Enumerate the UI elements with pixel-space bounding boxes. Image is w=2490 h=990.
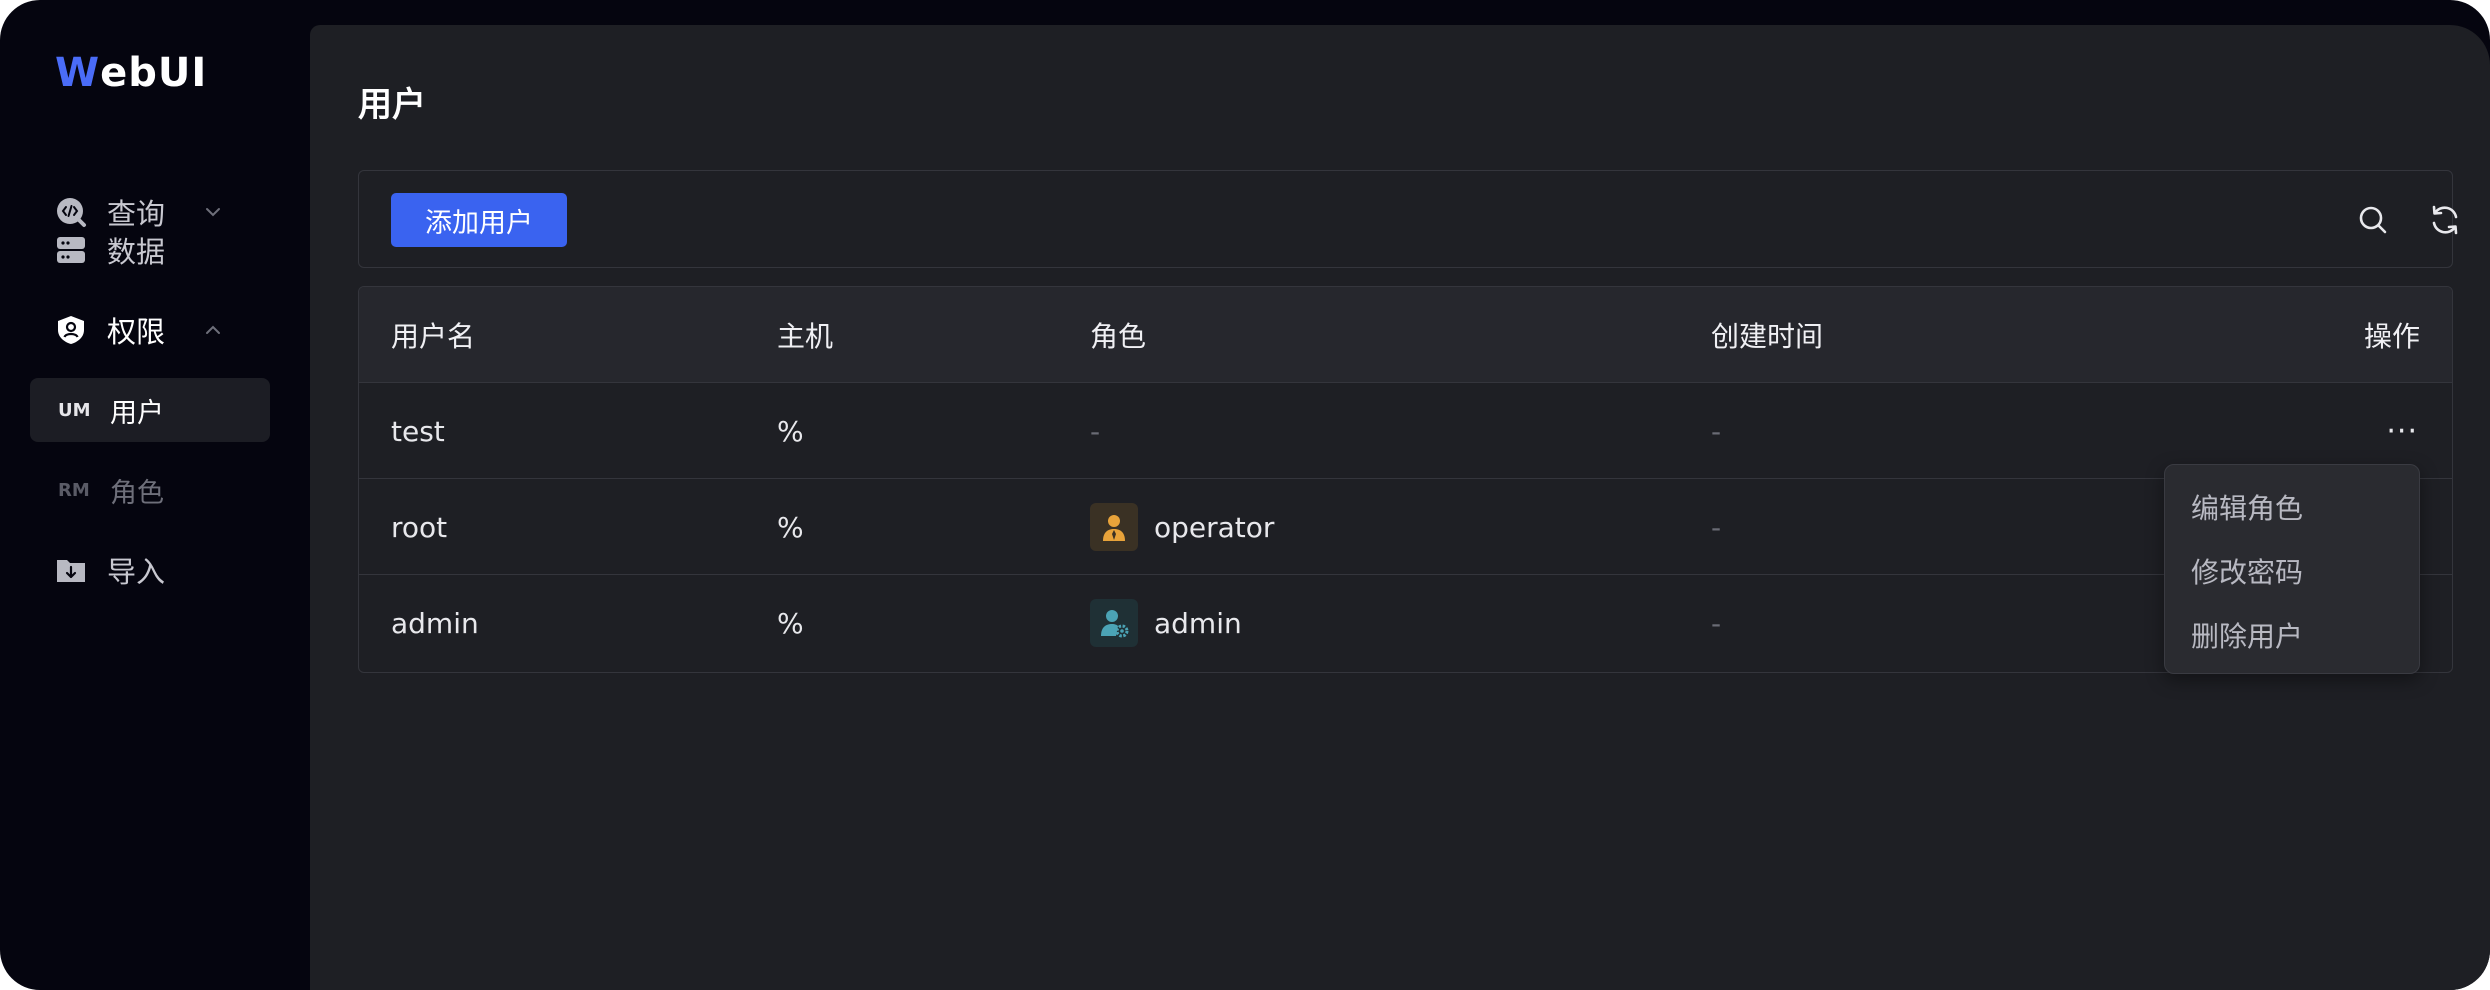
column-header-role: 角色 bbox=[1090, 320, 1147, 353]
sidebar-item-permission[interactable]: 权限 bbox=[30, 298, 270, 362]
cell-created: - bbox=[1711, 414, 1722, 448]
role-name: admin bbox=[1154, 606, 1242, 640]
search-icon[interactable] bbox=[2356, 203, 2390, 237]
column-header-username: 用户名 bbox=[391, 320, 476, 353]
table-row: admin % admin - bbox=[359, 575, 2452, 671]
sub-item-abbr: UM bbox=[58, 399, 91, 421]
main-panel: 用户 添加用户 用户名 主机 角色 创建时间 操作 test % - - ···… bbox=[310, 25, 2490, 990]
menu-item-change-password[interactable]: 修改密码 bbox=[2191, 551, 2303, 591]
admin-gear-icon bbox=[1090, 599, 1138, 647]
database-icon bbox=[55, 234, 87, 266]
cell-role: admin bbox=[1090, 575, 1242, 671]
column-header-actions: 操作 bbox=[2363, 320, 2420, 353]
cell-host: % bbox=[777, 414, 804, 448]
table-header: 用户名 主机 角色 创建时间 操作 bbox=[359, 287, 2452, 383]
cell-username: test bbox=[391, 414, 445, 448]
cell-host: % bbox=[777, 510, 804, 544]
table-row: root % operator - bbox=[359, 479, 2452, 575]
operator-icon bbox=[1090, 503, 1138, 551]
logo-text: ebUI bbox=[100, 50, 208, 96]
cell-created: - bbox=[1711, 510, 1722, 544]
sidebar: WebUI 查询 数据 权限 UM 用户 RM 角色 导入 bbox=[0, 0, 310, 990]
sidebar-item-users[interactable]: UM 用户 bbox=[30, 378, 270, 442]
actions-dropdown-menu: 编辑角色 修改密码 删除用户 bbox=[2164, 464, 2420, 674]
add-user-button[interactable]: 添加用户 bbox=[391, 193, 567, 247]
refresh-icon[interactable] bbox=[2428, 203, 2462, 237]
cell-created: - bbox=[1711, 606, 1722, 640]
sidebar-item-data[interactable]: 数据 bbox=[30, 218, 270, 282]
app-window: WebUI 查询 数据 权限 UM 用户 RM 角色 导入 用户 添加用户 用户… bbox=[0, 0, 2490, 990]
sidebar-item-import[interactable]: 导入 bbox=[30, 538, 270, 602]
cell-username: admin bbox=[391, 606, 479, 640]
page-title: 用户 bbox=[358, 85, 426, 125]
cell-host: % bbox=[777, 606, 804, 640]
users-table: 用户名 主机 角色 创建时间 操作 test % - - ··· root % bbox=[358, 286, 2453, 673]
sidebar-item-roles[interactable]: RM 角色 bbox=[30, 458, 270, 522]
role-name: operator bbox=[1154, 510, 1275, 544]
sidebar-item-label: 角色 bbox=[110, 477, 164, 509]
menu-item-delete-user[interactable]: 删除用户 bbox=[2191, 615, 2303, 655]
cell-username: root bbox=[391, 510, 448, 544]
toolbar: 添加用户 bbox=[358, 170, 2458, 268]
cell-role: operator bbox=[1090, 479, 1274, 575]
sidebar-item-label: 权限 bbox=[107, 315, 166, 349]
sidebar-item-label: 导入 bbox=[107, 555, 166, 589]
sidebar-item-label: 用户 bbox=[110, 397, 164, 429]
chevron-up-icon[interactable] bbox=[201, 318, 225, 342]
column-header-host: 主机 bbox=[777, 320, 834, 353]
menu-item-edit-role[interactable]: 编辑角色 bbox=[2191, 487, 2303, 527]
app-logo[interactable]: WebUI bbox=[55, 50, 207, 96]
table-row: test % - - ··· bbox=[359, 383, 2452, 479]
folder-import-icon bbox=[55, 554, 87, 586]
logo-w: W bbox=[55, 50, 101, 96]
cell-role: - bbox=[1090, 414, 1101, 448]
sub-item-abbr: RM bbox=[58, 479, 90, 501]
sidebar-item-label: 数据 bbox=[107, 235, 166, 269]
column-header-created: 创建时间 bbox=[1711, 320, 1824, 353]
shield-user-icon bbox=[55, 314, 87, 346]
